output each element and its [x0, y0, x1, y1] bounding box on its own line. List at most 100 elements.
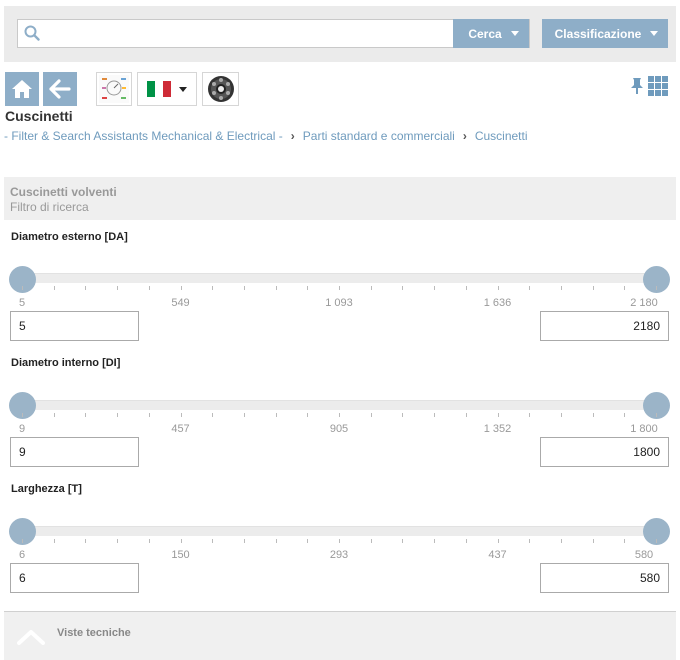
slider-tick [370, 539, 372, 543]
slider-tick-label: 5 [18, 297, 26, 309]
max-value-field[interactable]: 2180 [540, 311, 669, 341]
arrow-left-icon [49, 79, 71, 99]
language-selector[interactable] [137, 72, 197, 106]
slider-tick [180, 413, 182, 417]
caret-down-icon [179, 86, 187, 92]
search-button[interactable]: Cerca [453, 19, 529, 48]
slider-tick-label: 437 [488, 549, 507, 561]
chevron-right-icon: › [290, 129, 295, 143]
slider-tick [560, 286, 562, 290]
search-input[interactable] [48, 22, 448, 45]
slider-tick-label: 1 093 [325, 297, 353, 309]
slider-tick [339, 539, 340, 543]
slider-tick [53, 413, 55, 417]
slider-tick-label: 457 [171, 423, 190, 435]
slider-tick [624, 539, 626, 543]
slider-tick [243, 539, 245, 543]
home-icon [12, 80, 32, 98]
flag-italy-icon [147, 81, 171, 97]
slider-tick [402, 539, 404, 543]
slider-tick [180, 539, 182, 543]
slider-tick [529, 413, 531, 417]
catalog-thumbnail-icon [99, 75, 129, 103]
slider-tick [243, 413, 245, 417]
caret-down-icon[interactable] [650, 31, 658, 36]
slider-tick [465, 539, 467, 543]
chevron-up-icon[interactable] [16, 628, 46, 646]
pin-icon[interactable] [629, 77, 645, 95]
slider-tick [656, 286, 657, 290]
slider-tick [22, 413, 23, 417]
range-slider-track[interactable] [22, 400, 656, 410]
slider-tick [339, 413, 340, 417]
slider-tick [22, 286, 23, 290]
slider-tick [212, 286, 214, 290]
slider-tick [370, 286, 372, 290]
slider-tick [180, 286, 182, 290]
slider-tick [339, 286, 340, 290]
catalog-thumbnail-button[interactable] [96, 72, 132, 106]
bearing-image-button[interactable] [202, 72, 239, 106]
slider-tick-label: 1 636 [483, 297, 512, 309]
back-button[interactable] [43, 72, 77, 106]
slider-tick [656, 539, 657, 543]
slider-tick [592, 286, 594, 290]
slider-tick-label: 6 [18, 549, 26, 561]
slider-tick [85, 286, 87, 290]
filter-header-title: Cuscinetti volventi [10, 185, 117, 199]
range-slider-track[interactable] [22, 273, 656, 283]
slider-tick [212, 539, 214, 543]
slider-tick [434, 539, 436, 543]
slider-tick [529, 286, 531, 290]
slider-tick [117, 413, 119, 417]
slider-tick-label: 9 [18, 423, 26, 435]
slider-tick [592, 539, 594, 543]
slider-tick [85, 413, 87, 417]
home-button[interactable] [5, 72, 39, 106]
chevron-right-icon: › [462, 129, 467, 143]
min-value-field[interactable]: 6 [10, 563, 139, 593]
slider-label: Diametro esterno [DA] [11, 231, 128, 243]
slider-tick-label: 293 [329, 549, 349, 561]
slider-tick [434, 413, 436, 417]
search-button-label: Cerca [468, 26, 502, 41]
range-slider-track[interactable] [22, 526, 656, 536]
slider-tick [148, 286, 150, 290]
slider-tick [434, 286, 436, 290]
slider-tick-label: 1 352 [483, 423, 512, 435]
slider-tick [275, 413, 277, 417]
slider-label: Larghezza [T] [11, 483, 82, 495]
slider-tick [465, 286, 467, 290]
slider-tick [560, 413, 562, 417]
technical-views-label: Viste tecniche [57, 627, 131, 639]
technical-views-panel[interactable]: Viste tecniche [4, 611, 676, 660]
breadcrumb-item[interactable]: Parti standard e commerciali [303, 129, 455, 143]
min-value-field[interactable]: 9 [10, 437, 139, 467]
caret-down-icon[interactable] [511, 31, 519, 36]
slider-tick [148, 413, 150, 417]
slider-tick-label: 150 [171, 549, 190, 561]
breadcrumb-item[interactable]: - Filter & Search Assistants Mechanical … [4, 129, 283, 143]
slider-tick [497, 539, 499, 543]
slider-tick [656, 413, 657, 417]
slider-tick [307, 413, 309, 417]
slider-tick [117, 539, 119, 543]
slider-tick [85, 539, 87, 543]
slider-tick [275, 539, 277, 543]
slider-tick [370, 413, 372, 417]
slider-tick-label: 549 [171, 297, 190, 309]
slider-tick-label: 2 180 [630, 297, 658, 309]
filter-header: Cuscinetti volventi Filtro di ricerca [4, 177, 676, 220]
min-value-field[interactable]: 5 [10, 311, 139, 341]
max-value-field[interactable]: 1800 [540, 437, 669, 467]
slider-tick [148, 539, 150, 543]
page-title: Cuscinetti [5, 108, 73, 124]
filter-header-subtitle: Filtro di ricerca [10, 200, 89, 214]
classification-button[interactable]: Classificazione [542, 19, 668, 48]
slider-tick [624, 286, 626, 290]
breadcrumb-item[interactable]: Cuscinetti [475, 129, 528, 143]
grid-view-icon[interactable] [648, 76, 668, 96]
slider-tick-label: 1 800 [630, 423, 658, 435]
slider-tick [53, 539, 55, 543]
max-value-field[interactable]: 580 [540, 563, 669, 593]
